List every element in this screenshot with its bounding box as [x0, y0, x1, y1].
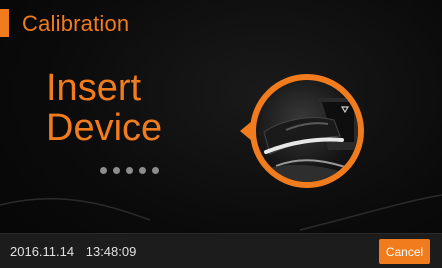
progress-dot: [113, 167, 120, 174]
instruction-line-1: Insert: [46, 67, 142, 109]
datetime-display: 2016.11.14 13:48:09: [10, 244, 136, 259]
progress-dots: [100, 167, 159, 174]
calibration-screen: Calibration Insert Device 2016.11.14 13:…: [0, 0, 442, 268]
progress-dot: [152, 167, 159, 174]
progress-dot: [126, 167, 133, 174]
instruction-text: Insert Device: [46, 68, 162, 148]
title-bar: Calibration: [0, 0, 442, 44]
time-text: 13:48:09: [85, 244, 137, 259]
cancel-button[interactable]: Cancel: [379, 239, 430, 264]
progress-dot: [100, 167, 107, 174]
instruction-line-2: Device: [46, 107, 163, 149]
progress-dot: [139, 167, 146, 174]
page-title: Calibration: [22, 11, 130, 36]
title-accent-bar: [0, 9, 9, 37]
date-text: 2016.11.14: [10, 244, 75, 259]
device-insert-illustration: [256, 98, 358, 182]
device-insert-icon: [250, 74, 364, 188]
status-bar: 2016.11.14 13:48:09 Cancel: [0, 233, 442, 268]
